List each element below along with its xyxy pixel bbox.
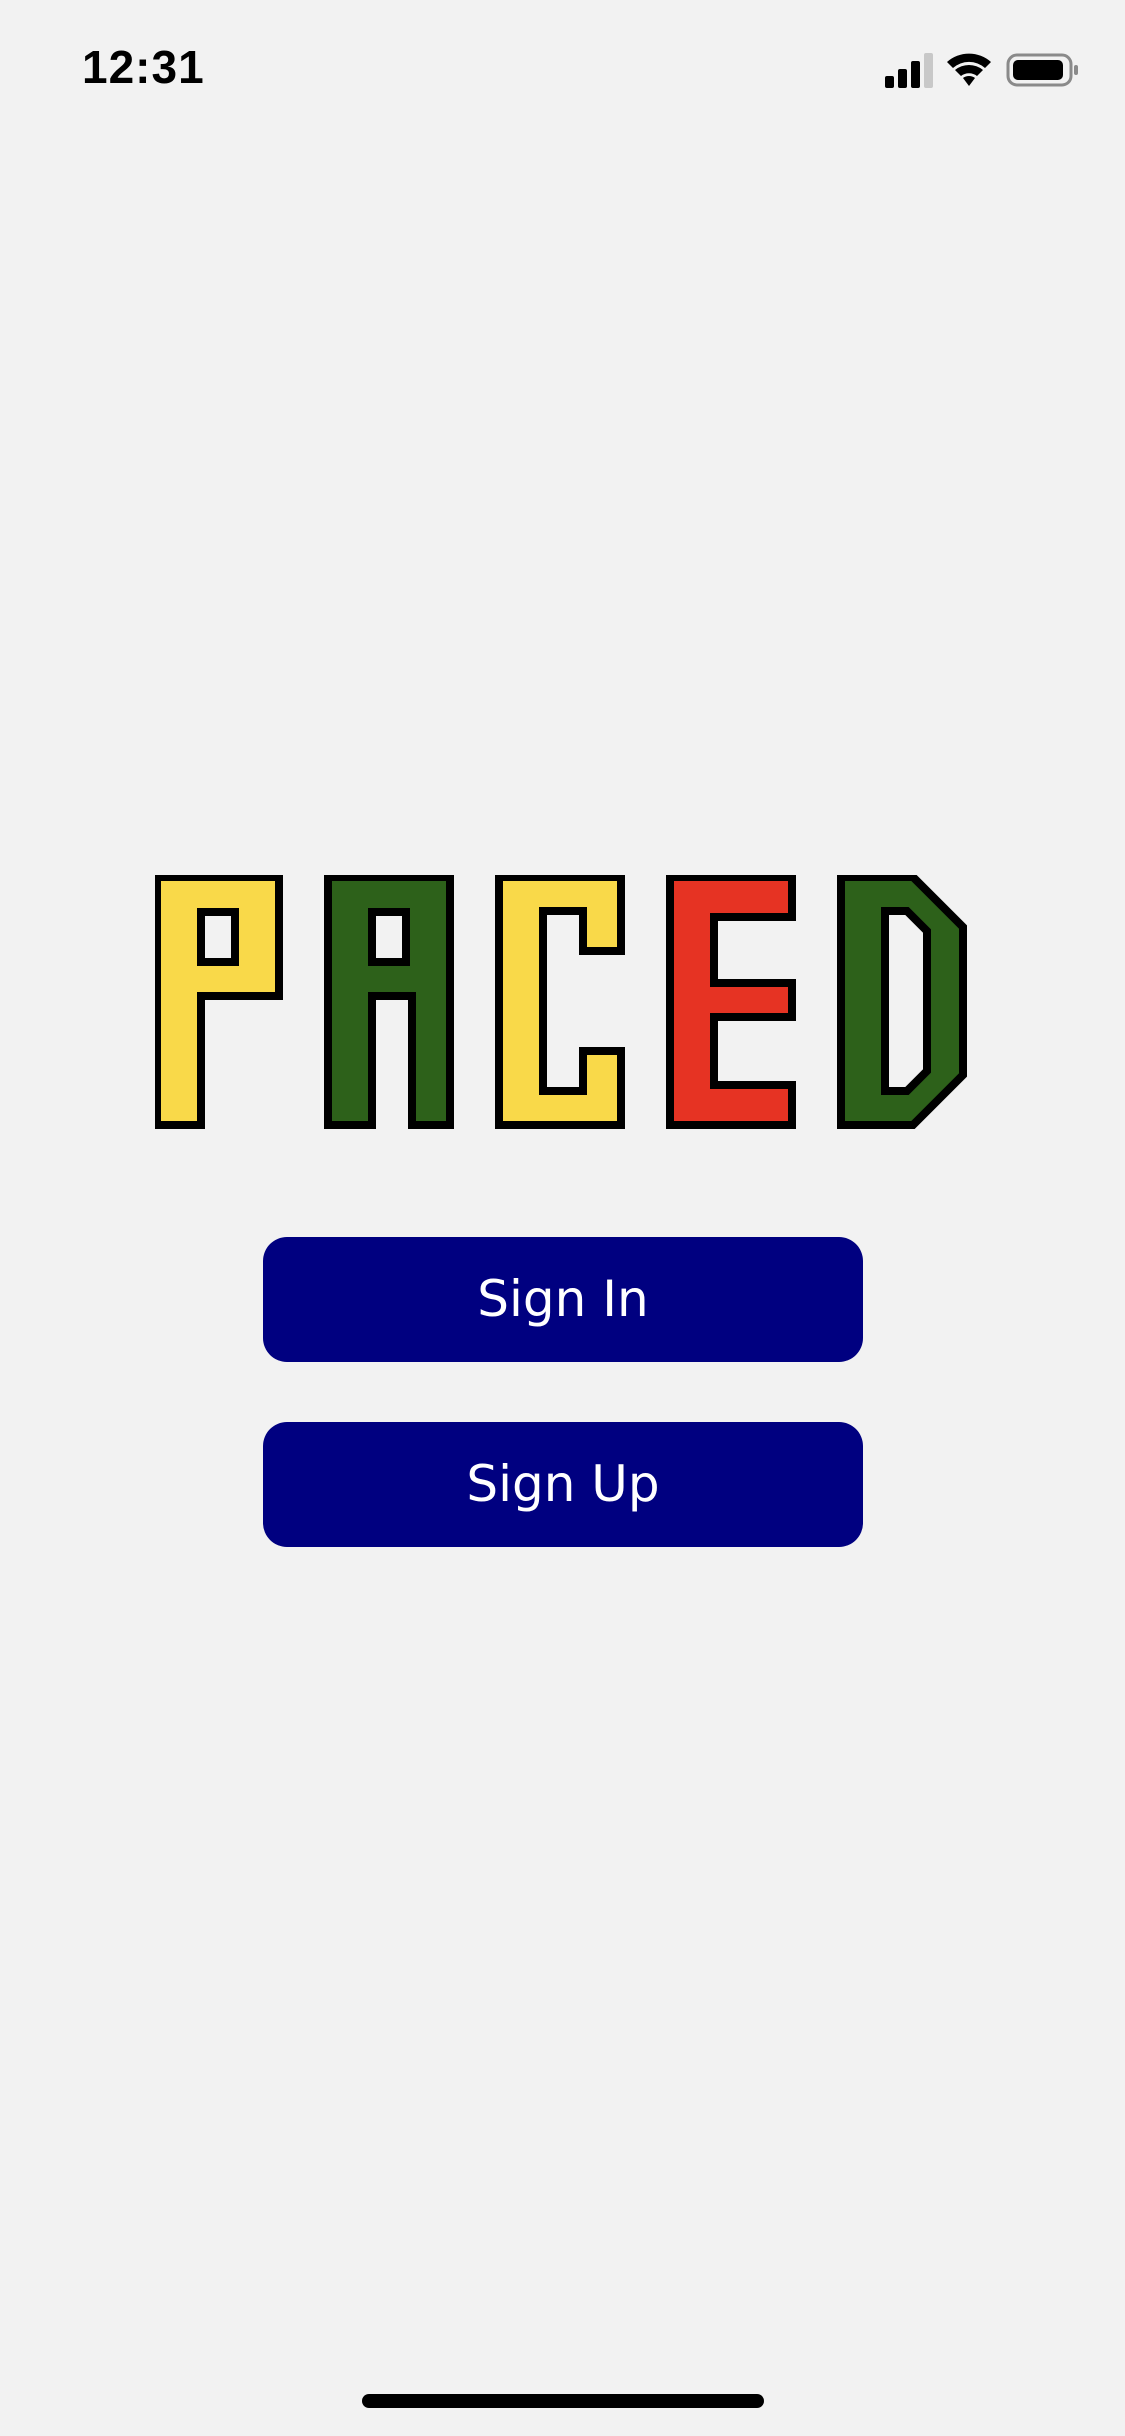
sign-in-button[interactable]: Sign In [263,1237,863,1362]
home-indicator[interactable] [362,2394,764,2408]
battery-icon [1006,53,1078,87]
logo-letter-e [666,875,796,1129]
status-icons [885,46,1085,90]
logo-letter-a [324,875,454,1129]
sign-up-button[interactable]: Sign Up [263,1422,863,1547]
logo-letter-p [155,875,283,1129]
wifi-icon [947,53,991,86]
cellular-signal-icon [885,53,933,88]
status-time: 12:31 [82,41,205,93]
paced-logo [155,875,970,1131]
logo-letter-c [495,875,625,1129]
logo-letter-d [837,875,967,1129]
status-bar: 12:31 [0,0,1125,132]
